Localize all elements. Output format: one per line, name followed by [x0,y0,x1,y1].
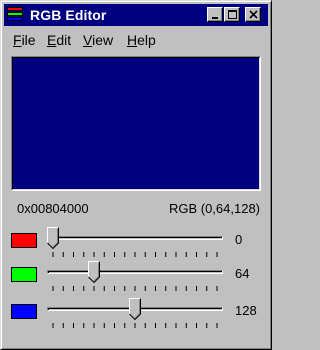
rgb-app-icon[interactable] [7,7,23,23]
menu-bar: File Edit View Help [5,30,265,50]
red-slider-thumb[interactable] [47,227,59,249]
menu-help[interactable]: Help [127,32,156,48]
menu-file[interactable]: File [13,32,36,48]
blue-slider-ticks [52,323,218,328]
green-slider-track[interactable] [47,270,223,274]
window-title: RGB Editor [30,7,107,23]
maximize-icon [228,10,237,19]
menu-view[interactable]: View [83,32,113,48]
red-value: 0 [235,232,243,247]
color-preview [13,58,259,189]
title-bar[interactable]: RGB Editor [4,4,268,26]
close-icon [249,10,258,19]
close-button[interactable] [245,7,261,22]
hex-value-label: 0x00804000 [17,201,89,216]
minimize-icon [212,17,218,19]
green-swatch [11,267,37,282]
maximize-button[interactable] [224,7,240,22]
minimize-button[interactable] [207,7,223,22]
red-slider-ticks [52,252,218,257]
green-value: 64 [235,266,250,281]
color-preview-panel [11,56,261,191]
blue-swatch [11,304,37,319]
blue-slider-thumb[interactable] [129,298,142,320]
rgb-value-label: RGB (0,64,128) [168,201,260,216]
menu-edit[interactable]: Edit [47,32,71,48]
blue-value: 128 [235,303,257,318]
rgb-editor-window: RGB Editor File Edit View Help 0x0080400… [0,0,272,350]
red-swatch [11,233,37,248]
green-slider-ticks [52,286,218,291]
red-slider-track[interactable] [47,236,223,240]
green-slider-thumb[interactable] [88,261,101,283]
